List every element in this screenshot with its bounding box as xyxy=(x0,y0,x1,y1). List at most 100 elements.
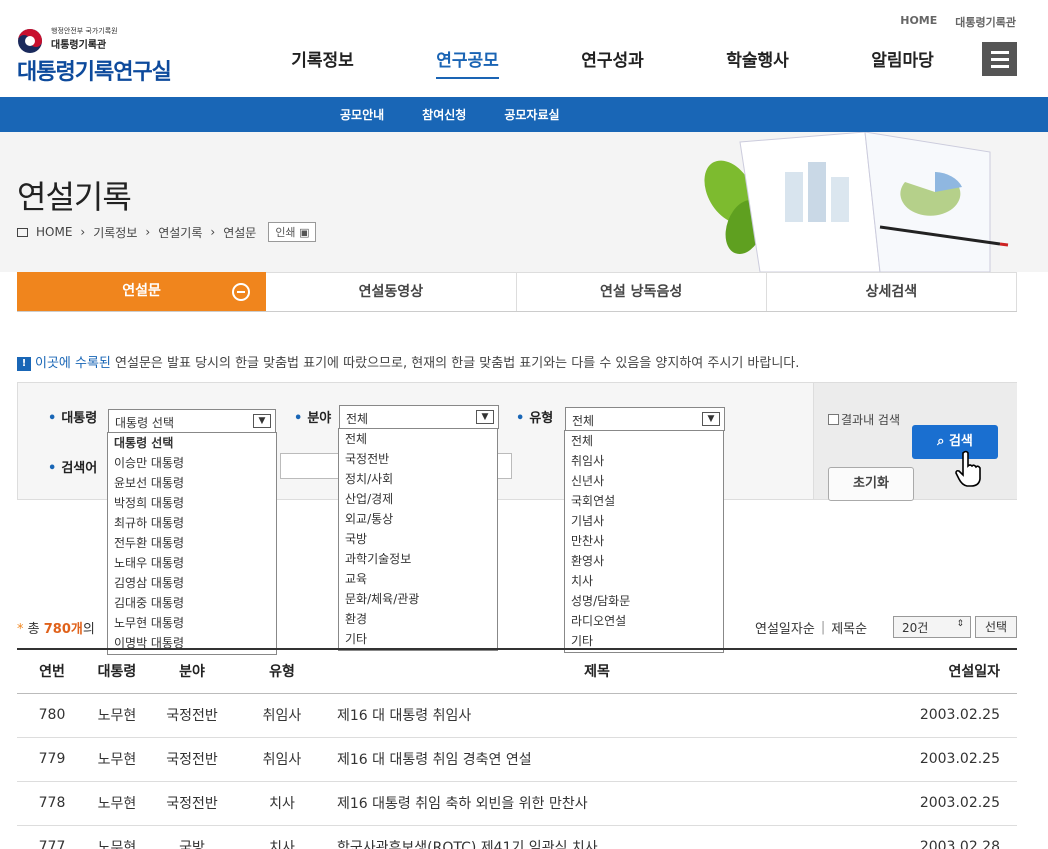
dropdown-option[interactable]: 외교/통상 xyxy=(339,509,497,529)
dropdown-option[interactable]: 대통령 선택 xyxy=(108,433,276,453)
cell-title-link[interactable]: 제16 대 대통령 취임사 xyxy=(327,693,867,738)
type-select[interactable]: 전체 ▼ xyxy=(565,407,725,431)
nav-item-notices[interactable]: 알림마당 xyxy=(830,46,975,77)
search-within-checkbox[interactable]: 결과내 검색 xyxy=(828,411,900,428)
breadcrumb-records[interactable]: 기록정보 xyxy=(93,224,137,241)
dropdown-option[interactable]: 김대중 대통령 xyxy=(108,593,276,613)
sub-nav-bar: 공모안내 참여신청 공모자료실 xyxy=(0,97,1048,132)
dropdown-option[interactable]: 노무현 대통령 xyxy=(108,613,276,633)
cell-title-link[interactable]: 학군사관후보생(ROTC) 제41기 임관식 치사 xyxy=(327,825,867,849)
cell-field: 국정전반 xyxy=(147,737,237,782)
page-title: 연설기록 xyxy=(17,178,132,216)
dropdown-option[interactable]: 문화/체육/관광 xyxy=(339,589,497,609)
breadcrumb-separator-icon: › xyxy=(145,225,151,239)
dropdown-option[interactable]: 환경 xyxy=(339,609,497,629)
util-link-home[interactable]: HOME xyxy=(900,14,937,30)
subnav-item-guide[interactable]: 공모안내 xyxy=(340,106,384,123)
cell-title-link[interactable]: 제16 대통령 취임 축하 외빈을 위한 만찬사 xyxy=(327,781,867,826)
dropdown-option[interactable]: 신년사 xyxy=(565,471,723,491)
cell-number: 777 xyxy=(17,825,87,849)
cell-date: 2003.02.25 xyxy=(867,737,1017,782)
col-header-field: 분야 xyxy=(147,648,237,694)
dropdown-option[interactable]: 최규하 대통령 xyxy=(108,513,276,533)
dropdown-option[interactable]: 박정희 대통령 xyxy=(108,493,276,513)
dropdown-option[interactable]: 이승만 대통령 xyxy=(108,453,276,473)
dropdown-option[interactable]: 성명/담화문 xyxy=(565,591,723,611)
dropdown-option[interactable]: 정치/사회 xyxy=(339,469,497,489)
updown-arrow-icon: ⇕ xyxy=(956,619,964,629)
dropdown-option[interactable]: 치사 xyxy=(565,571,723,591)
dropdown-option[interactable]: 국정전반 xyxy=(339,449,497,469)
dropdown-option[interactable]: 전두환 대통령 xyxy=(108,533,276,553)
cell-field: 국방 xyxy=(147,825,237,849)
cell-president: 노무현 xyxy=(87,825,147,849)
tab-speeches[interactable]: 연설문 xyxy=(17,272,267,311)
util-link-archive[interactable]: 대통령기록관 xyxy=(955,14,1016,30)
nav-item-research-call[interactable]: 연구공모 xyxy=(395,46,540,79)
dropdown-option[interactable]: 국방 xyxy=(339,529,497,549)
subnav-item-materials[interactable]: 공모자료실 xyxy=(504,106,559,123)
dropdown-option[interactable]: 환영사 xyxy=(565,551,723,571)
printer-icon: ▣ xyxy=(299,226,310,239)
per-page-apply-button[interactable]: 선택 xyxy=(975,616,1017,638)
banner-book-illustration xyxy=(704,132,1009,272)
table-row[interactable]: 777 노무현 국방 치사 학군사관후보생(ROTC) 제41기 임관식 치사 … xyxy=(17,825,1017,849)
reset-button[interactable]: 초기화 xyxy=(828,467,914,501)
dropdown-option[interactable]: 산업/경제 xyxy=(339,489,497,509)
breadcrumb-separator-icon: › xyxy=(210,225,216,239)
table-header-row: 연번 대통령 분야 유형 제목 연설일자 xyxy=(17,648,1017,694)
cell-president: 노무현 xyxy=(87,693,147,738)
field-select[interactable]: 전체 ▼ xyxy=(339,405,499,429)
dropdown-option[interactable]: 국회연설 xyxy=(565,491,723,511)
table-row[interactable]: 780 노무현 국정전반 취임사 제16 대 대통령 취임사 2003.02.2… xyxy=(17,693,1017,738)
per-page-select[interactable]: 20건 ⇕ xyxy=(893,616,971,638)
cell-president: 노무현 xyxy=(87,737,147,782)
content-tabs: 연설문 연설동영상 연설 낭독음성 상세검색 xyxy=(17,272,1017,312)
sort-by-title[interactable]: 제목순 xyxy=(831,618,867,637)
president-select[interactable]: 대통령 선택 ▼ xyxy=(108,409,276,433)
cell-number: 778 xyxy=(17,781,87,826)
cell-field: 국정전반 xyxy=(147,781,237,826)
field-label: 분야 xyxy=(294,407,331,426)
dropdown-option[interactable]: 기념사 xyxy=(565,511,723,531)
dropdown-option[interactable]: 전체 xyxy=(565,431,723,451)
speech-table: 연번 대통령 분야 유형 제목 연설일자 780 노무현 국정전반 취임사 제1… xyxy=(17,648,1017,849)
nav-item-research-results[interactable]: 연구성과 xyxy=(540,46,685,77)
dropdown-option[interactable]: 기타 xyxy=(339,629,497,649)
dropdown-option[interactable]: 노태우 대통령 xyxy=(108,553,276,573)
cell-date: 2003.02.25 xyxy=(867,781,1017,826)
checkbox-icon[interactable] xyxy=(828,414,839,425)
cell-type: 취임사 xyxy=(237,693,327,738)
dropdown-option[interactable]: 과학기술정보 xyxy=(339,549,497,569)
table-row[interactable]: 778 노무현 국정전반 치사 제16 대통령 취임 축하 외빈을 위한 만찬사… xyxy=(17,781,1017,826)
cell-number: 780 xyxy=(17,693,87,738)
cell-date: 2003.02.28 xyxy=(867,825,1017,849)
tab-advanced-search[interactable]: 상세검색 xyxy=(766,272,1017,311)
cell-title-link[interactable]: 제16 대 대통령 취임 경축연 연설 xyxy=(327,737,867,782)
subnav-item-apply[interactable]: 참여신청 xyxy=(422,106,466,123)
dropdown-option[interactable]: 교육 xyxy=(339,569,497,589)
breadcrumb-home[interactable]: HOME xyxy=(36,225,72,239)
breadcrumb-speech-records[interactable]: 연설기록 xyxy=(158,224,202,241)
dropdown-option[interactable]: 윤보선 대통령 xyxy=(108,473,276,493)
nav-item-records[interactable]: 기록정보 xyxy=(250,46,395,77)
tab-speech-audio[interactable]: 연설 낭독음성 xyxy=(516,272,767,311)
nav-item-academic-events[interactable]: 학술행사 xyxy=(685,46,830,77)
collapse-icon[interactable] xyxy=(232,283,251,301)
type-dropdown-list: 전체 취임사 신년사 국회연설 기념사 만찬사 환영사 치사 성명/담화문 라디… xyxy=(564,430,724,653)
tab-speech-videos[interactable]: 연설동영상 xyxy=(266,272,517,311)
dropdown-option[interactable]: 만찬사 xyxy=(565,531,723,551)
dropdown-option[interactable]: 취임사 xyxy=(565,451,723,471)
table-row[interactable]: 779 노무현 국정전반 취임사 제16 대 대통령 취임 경축연 연설 200… xyxy=(17,737,1017,782)
dropdown-option[interactable]: 김영삼 대통령 xyxy=(108,573,276,593)
page-banner: 연설기록 HOME › 기록정보 › 연설기록 › 연설문 인쇄 ▣ xyxy=(0,132,1048,272)
dropdown-option[interactable]: 전체 xyxy=(339,429,497,449)
type-label: 유형 xyxy=(516,407,553,426)
dropdown-option[interactable]: 라디오연설 xyxy=(565,611,723,631)
hamburger-menu-icon[interactable] xyxy=(982,42,1017,76)
print-button[interactable]: 인쇄 ▣ xyxy=(268,222,317,242)
col-header-number: 연번 xyxy=(17,648,87,694)
sort-by-date[interactable]: 연설일자순 xyxy=(755,618,815,637)
utility-links: HOME 대통령기록관 xyxy=(900,14,1016,30)
breadcrumb-separator-icon: › xyxy=(80,225,86,239)
